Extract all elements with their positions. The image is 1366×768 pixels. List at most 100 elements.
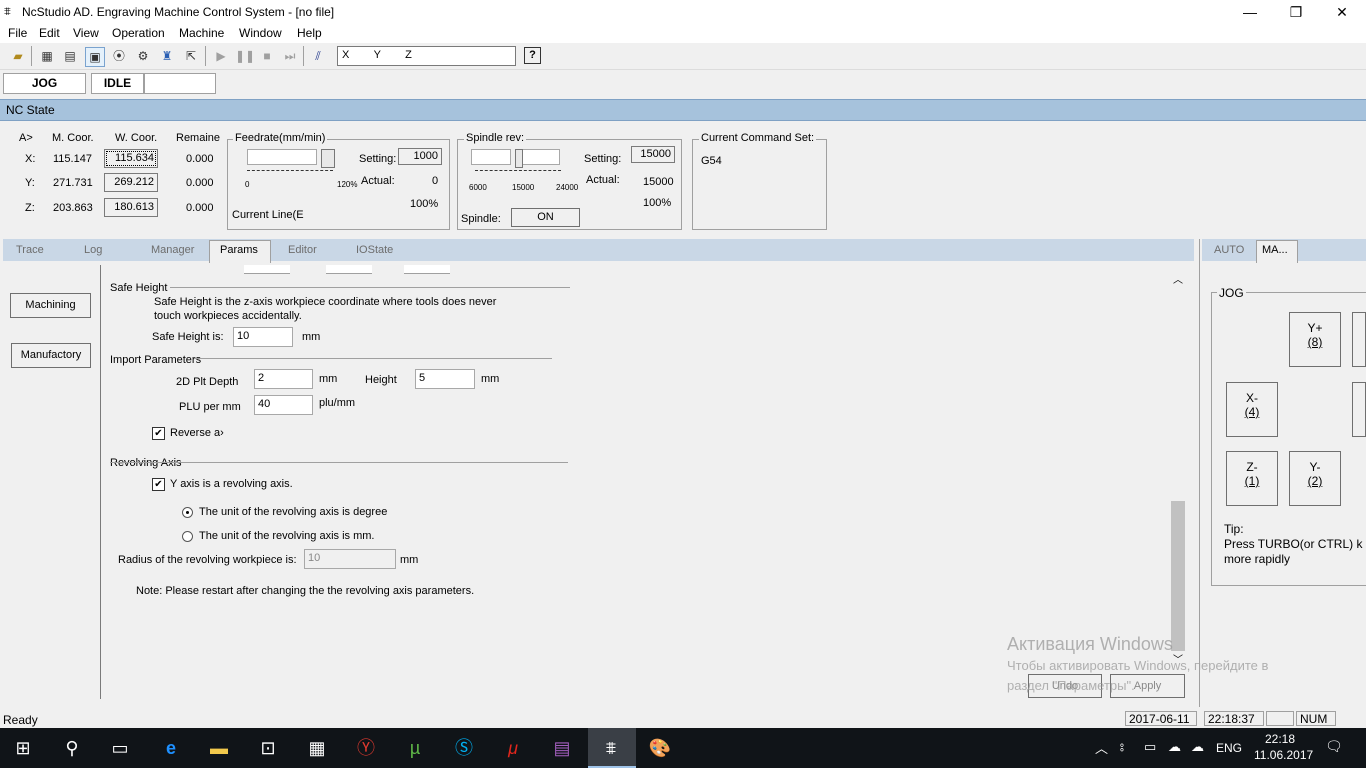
network-icon[interactable]: ⦂	[1120, 739, 1124, 755]
manufactory-button[interactable]: Manufactory	[11, 343, 91, 368]
jog-xminus-button[interactable]: X- (4)	[1226, 382, 1278, 437]
scroll-up-icon[interactable]: ︿	[1173, 271, 1183, 286]
language-indicator[interactable]: ENG	[1216, 741, 1242, 755]
window-title: NcStudio AD. Engraving Machine Control S…	[22, 5, 335, 19]
feedrate-setting-label: Setting:	[359, 153, 397, 165]
unit-mm-radio[interactable]	[182, 531, 193, 542]
jog-yplus-button[interactable]: Y+ (8)	[1289, 312, 1341, 367]
pause-icon[interactable]: ❚❚	[235, 47, 255, 65]
tray-up-icon[interactable]: ︿	[1095, 738, 1108, 757]
menu-window[interactable]: Window	[239, 26, 282, 40]
partial-field	[244, 265, 290, 274]
tab-auto[interactable]: AUTO	[1214, 244, 1244, 262]
feedrate-setting[interactable]: 1000	[398, 148, 442, 165]
w-coor-z[interactable]: 180.613	[104, 198, 158, 217]
safe-height-unit: mm	[302, 331, 321, 343]
radius-label: Radius of the revolving workpiece is:	[118, 554, 297, 566]
reverse-label: Reverse a›	[170, 427, 224, 439]
tool-icon[interactable]: ♜	[158, 47, 176, 65]
tab-trace[interactable]: Trace	[16, 244, 44, 262]
play-icon[interactable]: ▶	[212, 47, 230, 65]
spindle-actual-label: Actual:	[586, 174, 620, 186]
search-icon[interactable]: ⚲	[59, 736, 85, 760]
cloud-icon[interactable]: ☁	[1168, 739, 1181, 755]
plt-depth-input[interactable]: 2	[254, 369, 313, 389]
spindle-on-button[interactable]: ON	[511, 208, 580, 227]
spindle-setting[interactable]: 15000	[631, 146, 675, 163]
command-input[interactable]: X Y Z	[337, 46, 516, 66]
scroll-thumb[interactable]	[1171, 501, 1185, 651]
spindle-icon[interactable]: ⚙	[134, 47, 152, 65]
jog-yminus-button[interactable]: Y- (2)	[1289, 451, 1341, 506]
edge-icon[interactable]: e	[158, 736, 184, 760]
safe-height-label: Safe Height is:	[152, 331, 224, 343]
w-coor-y[interactable]: 269.212	[104, 173, 158, 192]
plu-label: PLU per mm	[179, 401, 241, 413]
close-button[interactable]: ✕	[1319, 0, 1365, 24]
ncstudio-taskbar-icon[interactable]: ⩨	[598, 736, 624, 760]
tab-log[interactable]: Log	[84, 244, 102, 262]
tab-iostate[interactable]: IOState	[356, 244, 393, 262]
battery-icon[interactable]: ▭	[1144, 739, 1156, 755]
menu-file[interactable]: File	[8, 26, 27, 40]
tab-manager[interactable]: Manager	[151, 244, 194, 262]
taskbar-clock[interactable]: 22:18	[1265, 732, 1295, 746]
start-icon[interactable]: ⊞	[10, 736, 36, 760]
tip-line2: more rapidly	[1224, 552, 1291, 566]
store-icon[interactable]: ⊡	[255, 736, 281, 760]
menu-help[interactable]: Help	[297, 26, 322, 40]
reverse-checkbox[interactable]: ✔	[152, 427, 165, 440]
taskbar-date[interactable]: 11.06.2017	[1254, 748, 1313, 762]
machining-button[interactable]: Machining	[10, 293, 91, 318]
simulate-icon[interactable]: ▦	[38, 47, 56, 65]
jog-xplus-edge-button[interactable]	[1352, 382, 1366, 437]
import-section: Import Parameters	[110, 354, 202, 366]
yandex-browser-icon[interactable]: Ⓨ	[353, 736, 379, 760]
plu-input[interactable]: 40	[254, 395, 313, 415]
radius-input[interactable]: 10	[304, 549, 396, 569]
feedrate-slider-thumb[interactable]	[321, 149, 335, 168]
spindle-tick-6000: 6000	[469, 183, 487, 192]
tab-params[interactable]: Params	[220, 244, 258, 262]
help-icon[interactable]: ?	[524, 47, 541, 64]
task-view-icon[interactable]: ▭	[107, 736, 133, 760]
tab-editor[interactable]: Editor	[288, 244, 317, 262]
stop-icon[interactable]: ■	[258, 47, 276, 65]
open-file-icon[interactable]: ▰	[9, 47, 27, 65]
file-explorer-icon[interactable]: ▬	[206, 736, 232, 760]
unit-degree-label: The unit of the revolving axis is degree	[199, 506, 388, 518]
onedrive-icon[interactable]: ☁	[1191, 739, 1204, 755]
notification-icon[interactable]: 🗨	[1325, 738, 1343, 755]
move-icon[interactable]: ⇱	[182, 47, 200, 65]
calculator-icon[interactable]: ▦	[304, 736, 330, 760]
window-icon[interactable]: ▤	[61, 47, 79, 65]
safe-height-input[interactable]: 10	[233, 327, 293, 347]
mu-app-icon[interactable]: μ	[500, 736, 526, 760]
spindle-slider-thumb[interactable]	[515, 149, 523, 168]
utorrent-icon[interactable]: µ	[402, 736, 428, 760]
menu-edit[interactable]: Edit	[39, 26, 60, 40]
params-scrollbar[interactable]: ︿ ﹀	[1170, 265, 1186, 666]
height-input[interactable]: 5	[415, 369, 475, 389]
w-coor-x[interactable]: 115.634	[104, 149, 158, 168]
toolbar-separator	[303, 46, 304, 66]
archiver-icon[interactable]: ▤	[549, 736, 575, 760]
jog-zminus-button[interactable]: Z- (1)	[1226, 451, 1278, 506]
step-icon[interactable]: ⏭	[281, 47, 299, 65]
jog-right-edge-button[interactable]	[1352, 312, 1366, 367]
display-icon[interactable]: ▣	[85, 47, 105, 67]
menu-operation[interactable]: Operation	[112, 26, 165, 40]
tab-manual[interactable]: MA...	[1262, 244, 1288, 262]
wireless-icon[interactable]: ⦿	[110, 47, 128, 65]
minimize-button[interactable]: —	[1227, 0, 1273, 24]
maximize-button[interactable]: ❐	[1273, 0, 1319, 24]
skype-icon[interactable]: Ⓢ	[451, 736, 477, 760]
menu-machine[interactable]: Machine	[179, 26, 224, 40]
reset-icon[interactable]: ⫽	[309, 47, 327, 65]
menu-view[interactable]: View	[73, 26, 99, 40]
y-revolving-checkbox[interactable]: ✔	[152, 478, 165, 491]
unit-degree-radio[interactable]	[182, 507, 193, 518]
jog-yplus-key: (8)	[1307, 335, 1323, 349]
paint-icon[interactable]: 🎨	[647, 736, 673, 760]
feedrate-ticks	[247, 170, 333, 175]
